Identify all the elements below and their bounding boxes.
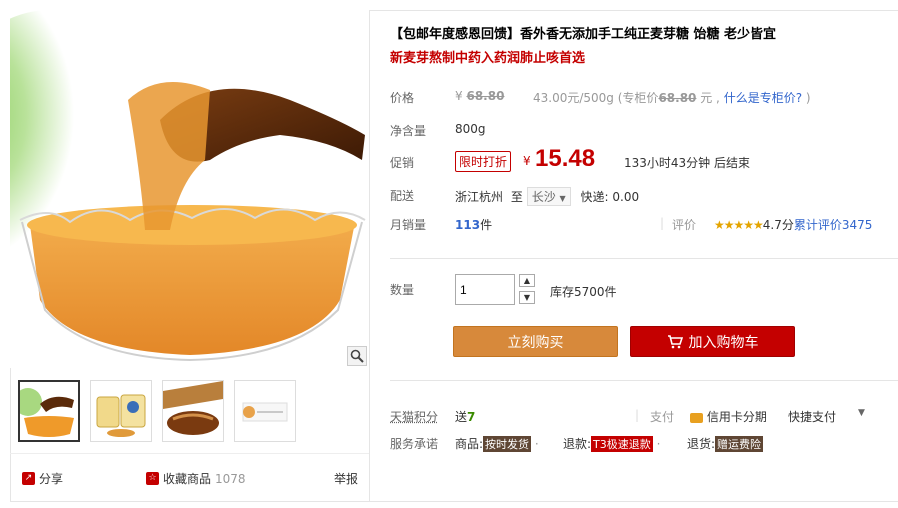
thumbnail-4[interactable] <box>234 380 296 442</box>
product-subtitle: 新麦芽熬制中药入药润肺止咳首选 <box>390 51 586 66</box>
chevron-down-icon: ▼ <box>559 194 566 203</box>
destination-select[interactable]: 长沙 ▼ <box>526 187 571 206</box>
favorite-icon: ☆ <box>146 472 159 485</box>
service-refund-badge[interactable]: T3极速退款 <box>591 436 653 452</box>
quantity-decrement[interactable]: ▼ <box>519 291 535 304</box>
quantity-input[interactable] <box>455 274 515 305</box>
points-value: 7 <box>467 410 476 424</box>
pay-credit-installment[interactable]: 信用卡分期 <box>690 408 767 425</box>
rating[interactable]: ★★★★★4.7分累计评价3475 <box>714 216 872 233</box>
stock-count: 库存5700件 <box>550 285 617 299</box>
star-icon: ★★★★★ <box>714 218 764 232</box>
credit-card-icon <box>690 412 703 423</box>
promo-countdown: 133小时43分钟 后结束 <box>624 156 750 170</box>
promo-price: 15.48 <box>535 145 596 172</box>
counter-price-help-link[interactable]: 什么是专柜价? <box>724 91 802 105</box>
divider <box>390 380 898 381</box>
buy-now-button[interactable]: 立刻购买 <box>453 326 618 357</box>
share-icon: ↗ <box>22 472 35 485</box>
share-button[interactable]: ↗ 分享 <box>22 470 63 487</box>
thumbnail-3[interactable] <box>162 380 224 442</box>
report-link[interactable]: 举报 <box>334 470 358 487</box>
net-weight-value: 800g <box>455 122 486 136</box>
service-return-badge[interactable]: 赠运费险 <box>715 436 764 452</box>
monthly-sales: 113 <box>455 218 481 232</box>
zoom-icon[interactable] <box>347 346 367 366</box>
cart-icon <box>667 334 683 348</box>
service-ontime-badge[interactable]: 按时发货 <box>483 436 532 452</box>
favorite-button[interactable]: ☆ 收藏商品 1078 <box>146 470 246 487</box>
review-count[interactable]: 累计评价3475 <box>794 218 873 232</box>
divider <box>390 258 898 259</box>
thumbnail-1[interactable] <box>18 380 80 442</box>
chevron-down-icon[interactable]: ▼ <box>858 408 865 418</box>
product-title: 【包邮年度感恩回馈】香外香无添加手工纯正麦芽糖 饴糖 老少皆宜 <box>390 27 777 42</box>
pay-quick[interactable]: 快捷支付 <box>788 408 836 425</box>
unit-price: 43.00元/500g <box>533 91 614 105</box>
thumbnail-strip <box>18 380 296 442</box>
divider <box>10 453 369 454</box>
quantity-increment[interactable]: ▲ <box>519 274 535 287</box>
thumbnail-2[interactable] <box>90 380 152 442</box>
promo-tag: 限时打折 <box>455 151 512 172</box>
original-price: 68.80 <box>466 89 505 103</box>
shipping-fee: 快递: 0.00 <box>580 190 640 204</box>
gallery: ↗ 分享 ☆ 收藏商品 1078 举报 <box>10 10 370 502</box>
ship-origin: 浙江杭州 <box>455 190 504 204</box>
main-product-image[interactable] <box>10 10 369 368</box>
tmall-points-label[interactable]: 天猫积分 <box>390 408 438 425</box>
add-to-cart-button[interactable]: 加入购物车 <box>630 326 795 357</box>
